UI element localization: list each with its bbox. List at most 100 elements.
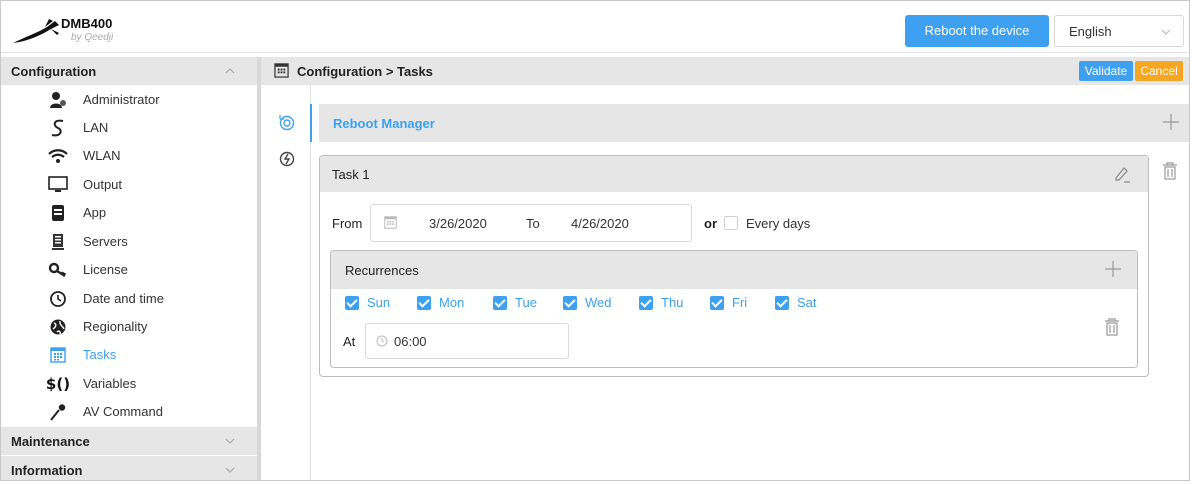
or-label: or xyxy=(704,216,717,231)
sidebar-item-av-command[interactable]: AV Command xyxy=(1,398,257,426)
globe-icon xyxy=(47,317,69,337)
every-days-label: Every days xyxy=(746,216,811,231)
add-task-icon[interactable] xyxy=(1161,112,1181,132)
app-subtitle: by Qeedji xyxy=(71,32,114,43)
reboot-device-button[interactable]: Reboot the device xyxy=(905,15,1049,47)
day-label: Fri xyxy=(732,295,748,310)
validate-button[interactable]: Validate xyxy=(1079,61,1133,81)
sidebar-item-license[interactable]: License xyxy=(1,256,257,284)
from-date[interactable]: 3/26/2020 xyxy=(429,216,487,231)
clock-icon xyxy=(47,289,69,309)
chevron-down-icon xyxy=(225,438,235,444)
sidebar-section-label: Configuration xyxy=(11,64,97,79)
recurrences-card: Recurrences Sun Mon Tue Wed Thu Fri Sat … xyxy=(330,250,1138,368)
sidebar-item-label: Regionality xyxy=(83,319,148,334)
language-select[interactable]: English xyxy=(1054,15,1184,47)
checkbox-checked xyxy=(710,296,724,310)
sidebar-item-label: Date and time xyxy=(83,291,164,306)
every-days-checkbox[interactable] xyxy=(724,216,738,230)
sidebar-item-tasks[interactable]: Tasks xyxy=(1,341,257,369)
content-header: Configuration > Tasks Validate Cancel xyxy=(261,57,1189,85)
checkbox-checked xyxy=(775,296,789,310)
key-icon xyxy=(47,260,69,280)
sidebar-item-label: App xyxy=(83,205,107,220)
checkbox-checked xyxy=(345,296,359,310)
active-tab-marker xyxy=(310,104,312,142)
day-label: Wed xyxy=(585,295,612,310)
sidebar-item-label: Variables xyxy=(83,376,137,391)
time-value: 06:00 xyxy=(394,334,427,349)
sidebar-item-label: WLAN xyxy=(83,148,121,163)
sidebar-item-output[interactable]: Output xyxy=(1,171,257,199)
sidebar-item-variables[interactable]: $() Variables xyxy=(1,370,257,398)
calendar-icon xyxy=(274,63,289,78)
calendar-icon xyxy=(384,216,397,229)
sidebar-item-regionality[interactable]: Regionality xyxy=(1,313,257,341)
app-window: DMB400 by Qeedji Reboot the device Engli… xyxy=(0,0,1190,481)
sidebar-item-wlan[interactable]: WLAN xyxy=(1,142,257,170)
sidebar-item-administrator[interactable]: Administrator xyxy=(1,86,257,114)
checkbox-checked xyxy=(417,296,431,310)
sidebar-item-app[interactable]: App xyxy=(1,199,257,227)
sidebar-item-lan[interactable]: LAN xyxy=(1,114,257,142)
task-header: Task 1 xyxy=(320,156,1148,192)
sidebar-item-label: License xyxy=(83,262,128,277)
recurrences-header: Recurrences xyxy=(331,251,1137,289)
day-label: Sun xyxy=(367,295,391,310)
top-header: DMB400 by Qeedji Reboot the device Engli… xyxy=(1,1,1189,53)
reboot-manager-header: Reboot Manager xyxy=(319,104,1189,142)
server-icon xyxy=(47,232,69,252)
task-card: Task 1 From 3/26/2020 To 4/26/2020 or Ev… xyxy=(319,155,1149,377)
trash-icon[interactable] xyxy=(1161,161,1179,181)
edit-icon[interactable] xyxy=(1112,164,1132,184)
task-type-tabs xyxy=(261,85,311,480)
sidebar-section-maintenance[interactable]: Maintenance xyxy=(1,427,257,455)
task-title: Task 1 xyxy=(332,167,370,182)
sidebar-section-label: Maintenance xyxy=(11,434,90,449)
to-date[interactable]: 4/26/2020 xyxy=(571,216,629,231)
administrator-icon xyxy=(47,90,69,110)
breadcrumb: Configuration > Tasks xyxy=(297,64,433,79)
power-tab-icon[interactable] xyxy=(277,149,297,169)
day-label: Mon xyxy=(439,295,465,310)
sidebar-item-label: Administrator xyxy=(83,92,160,107)
day-label: Tue xyxy=(515,295,537,310)
clock-icon xyxy=(376,335,388,347)
section-title: Reboot Manager xyxy=(333,116,435,131)
lan-icon xyxy=(47,118,69,138)
at-label: At xyxy=(343,334,356,349)
sidebar-item-label: AV Command xyxy=(83,404,163,419)
to-label: To xyxy=(526,216,540,231)
sidebar-item-label: Output xyxy=(83,177,123,192)
app-title: DMB400 xyxy=(61,16,113,31)
add-recurrence-icon[interactable] xyxy=(1103,259,1123,279)
reboot-tab-icon[interactable] xyxy=(277,113,297,133)
chevron-down-icon xyxy=(1161,29,1171,35)
variables-icon: $() xyxy=(45,375,71,393)
monitor-icon xyxy=(47,175,69,195)
sidebar-item-label: LAN xyxy=(83,120,109,135)
sidebar-item-date-and-time[interactable]: Date and time xyxy=(1,285,257,313)
day-label: Thu xyxy=(661,295,684,310)
sidebar-item-label: Servers xyxy=(83,234,128,249)
recurrences-title: Recurrences xyxy=(345,263,419,278)
sidebar-section-information[interactable]: Information xyxy=(1,456,257,480)
date-range-picker[interactable]: 3/26/2020 To 4/26/2020 xyxy=(370,204,692,242)
day-label: Sat xyxy=(797,295,817,310)
wifi-icon xyxy=(47,146,69,166)
chevron-down-icon xyxy=(225,467,235,473)
calendar-icon xyxy=(47,345,69,365)
time-input[interactable]: 06:00 xyxy=(365,323,569,359)
sidebar-section-configuration[interactable]: Configuration xyxy=(1,57,257,85)
checkbox-checked xyxy=(493,296,507,310)
sidebar-item-label: Tasks xyxy=(83,347,117,362)
app-icon xyxy=(47,203,69,223)
microphone-icon xyxy=(47,402,69,422)
sidebar: Configuration Administrator LAN WLAN Out… xyxy=(1,57,257,480)
sidebar-item-servers[interactable]: Servers xyxy=(1,228,257,256)
cancel-button[interactable]: Cancel xyxy=(1135,61,1183,81)
checkbox-checked xyxy=(639,296,653,310)
checkbox-checked xyxy=(563,296,577,310)
trash-icon[interactable] xyxy=(1103,317,1121,337)
chevron-up-icon xyxy=(225,68,235,74)
